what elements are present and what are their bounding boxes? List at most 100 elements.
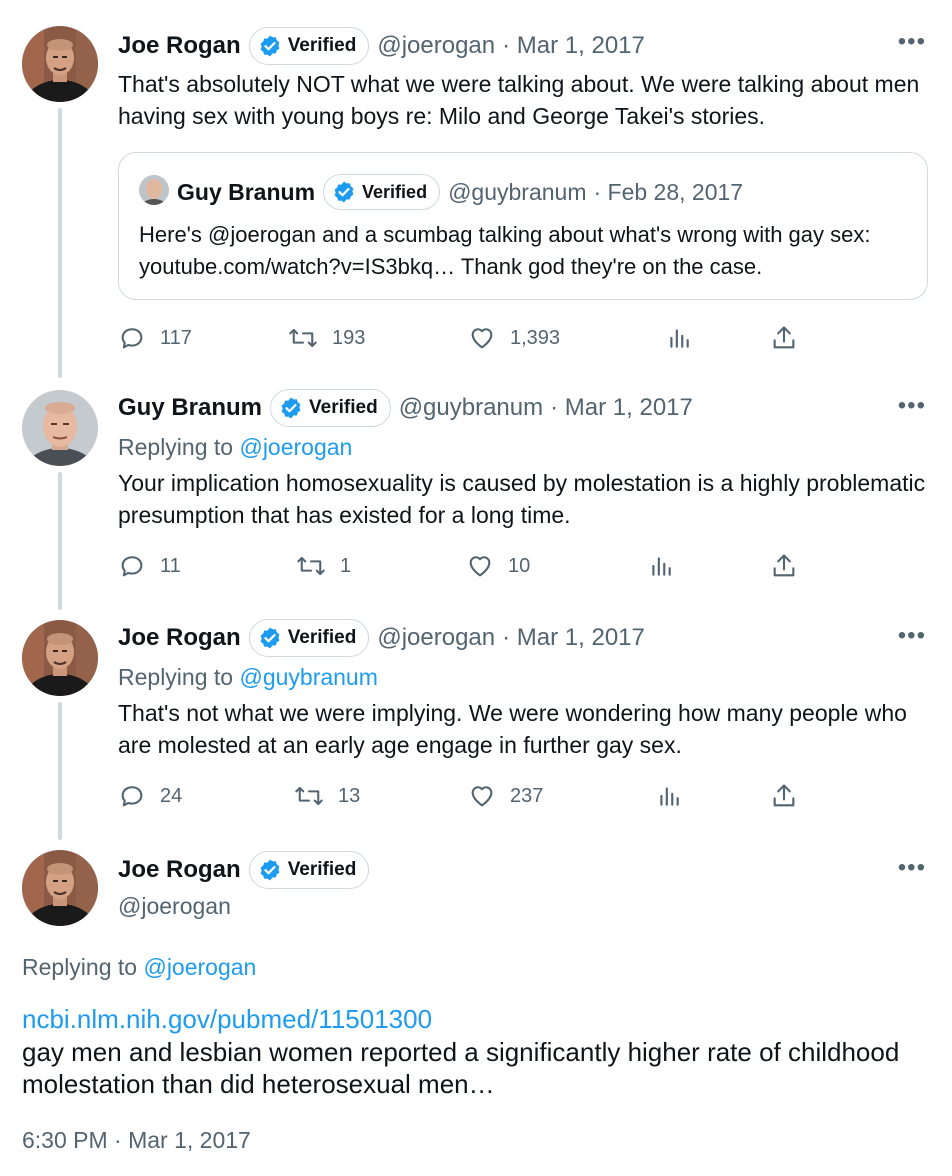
tweet-timestamp[interactable]: 6:30 PM · Mar 1, 2017	[22, 1127, 251, 1154]
quoted-tweet-header: Guy Branum Verified @guybranum · Feb 28,…	[177, 173, 743, 211]
verified-check-icon	[260, 627, 280, 649]
author-name[interactable]: Joe Rogan	[118, 856, 241, 884]
retweet-button[interactable]: 193	[288, 318, 365, 358]
replying-label: Replying to	[118, 434, 240, 460]
action-bar: 117 193 1,393	[118, 318, 818, 358]
action-bar: 24 13 237	[118, 776, 818, 816]
author-handle[interactable]: @joerogan	[118, 893, 231, 920]
verified-label: Verified	[287, 627, 357, 648]
replying-label: Replying to	[22, 954, 144, 980]
avatar[interactable]	[22, 390, 98, 466]
reply-button[interactable]: 117	[118, 318, 192, 358]
tweet-text: Your implication homosexuality is caused…	[118, 470, 926, 528]
verified-check-icon	[334, 181, 354, 203]
views-button[interactable]	[666, 318, 692, 358]
views-button[interactable]	[656, 776, 682, 816]
tweet-header: Guy Branum Verified @guybranum · Mar 1, …	[118, 388, 693, 428]
reply-count: 11	[160, 554, 181, 577]
quoted-tweet[interactable]: Guy Branum Verified @guybranum · Feb 28,…	[118, 152, 928, 300]
tweet[interactable]: Guy Branum Verified @guybranum · Mar 1, …	[0, 370, 952, 610]
like-button[interactable]: 10	[466, 546, 530, 586]
like-count: 237	[510, 784, 544, 807]
replying-label: Replying to	[118, 664, 240, 690]
retweet-button[interactable]: 13	[294, 776, 360, 816]
views-icon	[660, 787, 679, 806]
like-icon	[471, 328, 493, 349]
author-name: Guy Branum	[177, 178, 316, 205]
reply-button[interactable]: 11	[118, 546, 181, 586]
retweet-icon	[297, 556, 325, 576]
like-count: 1,393	[510, 326, 561, 349]
verified-check-icon	[281, 397, 301, 419]
author-name[interactable]: Guy Branum	[118, 394, 262, 422]
avatar	[139, 175, 169, 205]
action-bar: 11 1 10	[118, 546, 818, 586]
verified-label: Verified	[309, 397, 378, 418]
views-button[interactable]	[648, 546, 674, 586]
author-handle[interactable]: @joerogan	[377, 624, 495, 652]
like-icon	[471, 786, 493, 807]
verified-label: Verified	[287, 35, 357, 56]
more-icon[interactable]: •••	[898, 392, 926, 420]
avatar[interactable]	[22, 620, 98, 696]
tweet-date[interactable]: · Mar 1, 2017	[502, 32, 645, 60]
author-handle[interactable]: @guybranum	[399, 394, 543, 422]
reply-icon	[121, 556, 143, 577]
author-name[interactable]: Joe Rogan	[118, 624, 241, 652]
tweet-date[interactable]: · Mar 1, 2017	[550, 394, 693, 422]
tweet[interactable]: Joe Rogan Verified @joerogan · Mar 1, 20…	[0, 600, 952, 840]
more-icon[interactable]: •••	[898, 28, 926, 56]
tweet-header: Joe Rogan Verified	[118, 850, 377, 890]
share-button[interactable]	[770, 318, 798, 358]
replying-to-link[interactable]: @guybranum	[239, 664, 377, 690]
verified-check-icon	[260, 859, 280, 881]
replying-to: Replying to @joerogan	[22, 954, 256, 981]
focused-tweet[interactable]: Joe Rogan Verified ••• @joerogan Replyin…	[0, 840, 952, 1176]
tweet-date: · Feb 28, 2017	[593, 178, 744, 205]
author-handle: @guybranum	[448, 178, 587, 205]
avatar[interactable]	[22, 26, 98, 102]
share-icon	[773, 784, 795, 807]
quoted-tweet-text: Here's @joerogan and a scumbag talking a…	[139, 222, 871, 279]
replying-to: Replying to @joerogan	[118, 434, 352, 461]
more-icon[interactable]: •••	[898, 622, 926, 650]
replying-to-link[interactable]: @joerogan	[239, 434, 352, 460]
reply-icon	[121, 328, 143, 349]
verified-label: Verified	[362, 181, 428, 202]
retweet-count: 13	[338, 784, 361, 807]
like-icon	[469, 556, 491, 577]
author-handle[interactable]: @joerogan	[377, 32, 495, 60]
tweet-date[interactable]: · Mar 1, 2017	[502, 624, 645, 652]
reply-button[interactable]: 24	[118, 776, 182, 816]
tweet-header: Joe Rogan Verified @joerogan · Mar 1, 20…	[118, 618, 645, 658]
verified-badge[interactable]: Verified	[270, 389, 391, 427]
tweet[interactable]: Joe Rogan Verified @joerogan · Mar 1, 20…	[0, 0, 952, 370]
views-icon	[652, 557, 671, 576]
reply-icon	[121, 786, 143, 807]
author-name[interactable]: Joe Rogan	[118, 32, 241, 60]
like-count: 10	[508, 554, 531, 577]
verified-badge: Verified	[323, 174, 441, 210]
share-icon	[773, 554, 795, 577]
retweet-count: 193	[332, 326, 366, 349]
avatar[interactable]	[22, 850, 98, 926]
retweet-icon	[289, 328, 317, 348]
retweet-button[interactable]: 1	[296, 546, 351, 586]
tweet-link[interactable]: ncbi.nlm.nih.gov/pubmed/11501300	[22, 1004, 432, 1035]
replying-to-link[interactable]: @joerogan	[143, 954, 256, 980]
verified-badge[interactable]: Verified	[248, 27, 370, 65]
verified-badge[interactable]: Verified	[248, 619, 370, 657]
like-button[interactable]: 237	[468, 776, 543, 816]
reply-count: 117	[160, 326, 192, 349]
reply-count: 24	[160, 784, 183, 807]
share-button[interactable]	[770, 546, 798, 586]
more-icon[interactable]: •••	[898, 854, 926, 882]
verified-badge[interactable]: Verified	[248, 851, 370, 889]
tweet-text: That's not what we were implying. We wer…	[118, 700, 907, 758]
like-button[interactable]: 1,393	[468, 318, 560, 358]
retweet-count: 1	[340, 554, 352, 577]
replying-to: Replying to @guybranum	[118, 664, 378, 691]
verified-check-icon	[260, 35, 280, 57]
tweet-text: gay men and lesbian women reported a sig…	[22, 1037, 900, 1099]
share-button[interactable]	[770, 776, 798, 816]
